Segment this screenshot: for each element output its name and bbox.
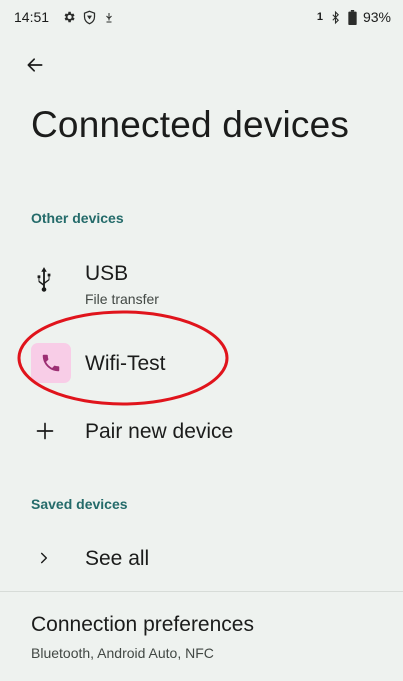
device-item-usb[interactable]: USB File transfer	[0, 250, 403, 318]
section-header-saved-devices: Saved devices	[31, 496, 128, 512]
status-time: 14:51	[14, 9, 50, 25]
see-all-label: See all	[85, 547, 150, 570]
pair-new-device-label: Pair new device	[85, 420, 234, 443]
pair-new-device-button[interactable]: Pair new device	[0, 408, 403, 458]
device-item-usb-subtitle: File transfer	[85, 291, 159, 307]
device-icon-container	[31, 343, 71, 383]
section-header-other-devices: Other devices	[31, 210, 124, 226]
usb-debug-icon	[106, 12, 112, 22]
phone-icon	[42, 354, 60, 372]
device-item-wifi-test-title: Wifi-Test	[85, 352, 166, 375]
battery-level: 93%	[362, 9, 391, 25]
see-all-button[interactable]: See all	[0, 535, 403, 581]
usb-icon-container	[28, 260, 60, 300]
arrow-back-icon	[27, 58, 43, 72]
usb-icon	[37, 267, 51, 292]
vpn-shield-icon	[83, 10, 96, 24]
divider	[0, 591, 403, 592]
device-item-wifi-test[interactable]: Wifi-Test	[0, 335, 403, 393]
connection-preferences-title: Connection preferences	[31, 613, 254, 636]
back-button[interactable]	[18, 50, 52, 80]
battery-icon	[348, 9, 357, 25]
status-bar: 14:51 1 93%	[0, 0, 403, 36]
connection-preferences-subtitle: Bluetooth, Android Auto, NFC	[31, 645, 214, 661]
connection-preferences-item[interactable]: Connection preferences Bluetooth, Androi…	[0, 605, 403, 669]
sim-indicator: 1	[316, 11, 323, 23]
plus-icon	[36, 422, 54, 440]
device-item-usb-title: USB	[85, 262, 129, 285]
bluetooth-icon	[332, 10, 339, 24]
gear-icon	[64, 11, 75, 23]
page-title: Connected devices	[31, 104, 350, 145]
chevron-right-icon	[40, 552, 48, 564]
